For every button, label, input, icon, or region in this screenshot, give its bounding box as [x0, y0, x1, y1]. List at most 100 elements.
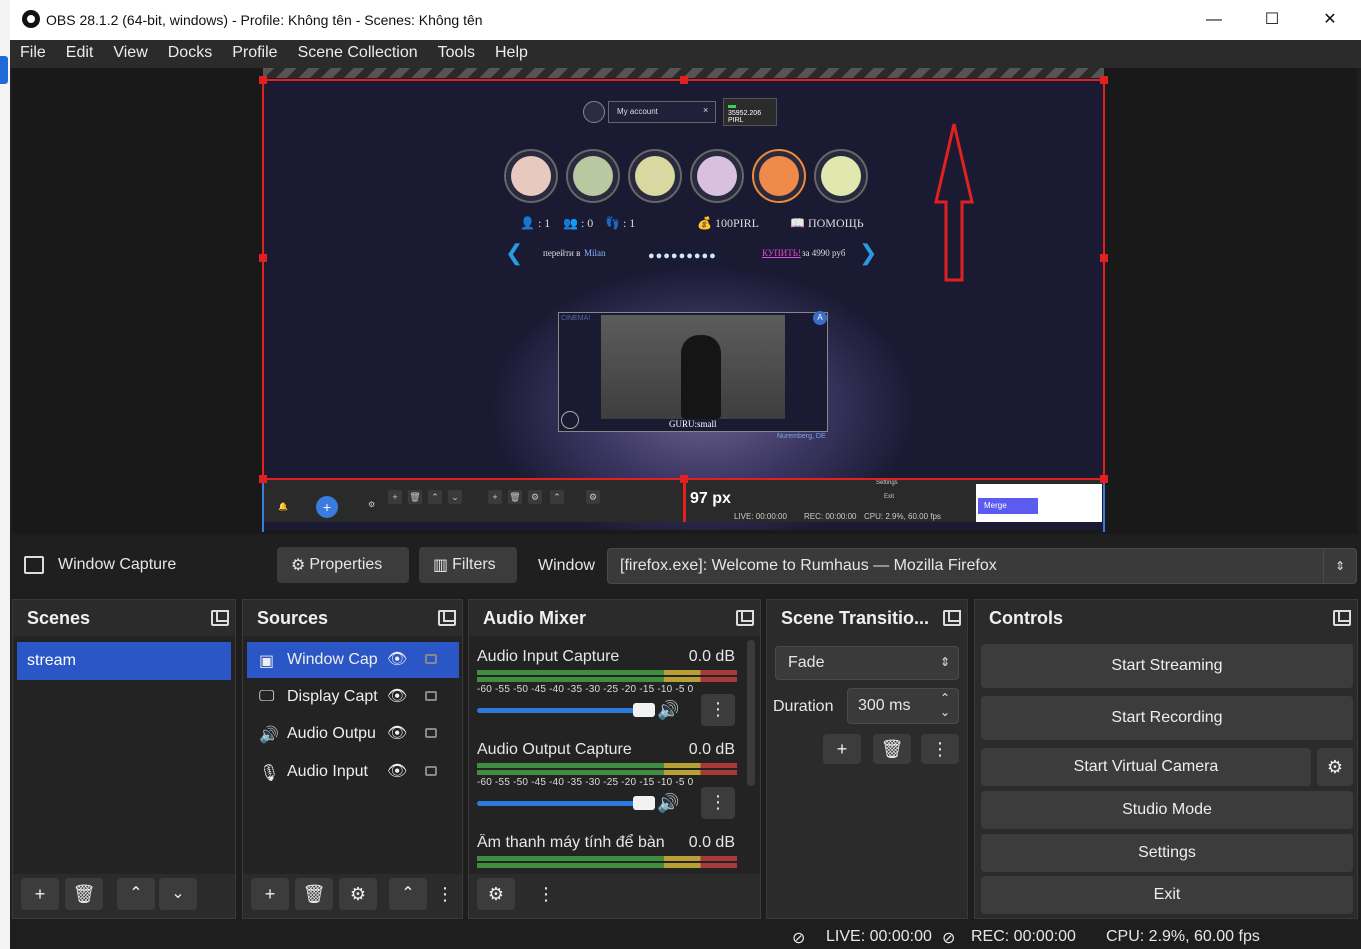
mini-cpu: CPU: 2.9%, 60.00 fps	[864, 512, 941, 521]
add-scene-button[interactable]: +	[21, 878, 59, 910]
stat-pirl: 💰 100PIRL	[697, 216, 759, 230]
channel-db: 0.0 dB	[688, 834, 735, 851]
visibility-eye-icon[interactable]: 👁	[387, 686, 407, 706]
source-more-icon[interactable]: ⋮	[435, 878, 455, 910]
menu-edit[interactable]: Edit	[56, 40, 104, 68]
remove-source-button[interactable]: 🗑	[295, 878, 333, 910]
menu-scene-collection[interactable]: Scene Collection	[288, 40, 428, 68]
visibility-eye-icon[interactable]: 👁	[387, 649, 407, 669]
settings-button[interactable]: Settings	[981, 834, 1353, 872]
start-streaming-button[interactable]: Start Streaming	[981, 644, 1353, 688]
undock-icon[interactable]	[736, 610, 754, 626]
scenes-footer: + 🗑 ⌃ ⌄	[13, 874, 235, 918]
minimize-button[interactable]: —	[1194, 8, 1234, 32]
volume-slider[interactable]	[477, 703, 655, 717]
speaker-icon[interactable]: 🔊	[657, 793, 679, 814]
lock-icon[interactable]	[425, 654, 437, 664]
studio-mode-button[interactable]: Studio Mode	[981, 791, 1353, 829]
scene-down-button[interactable]: ⌄	[159, 878, 197, 910]
menu-help[interactable]: Help	[485, 40, 538, 68]
mini-gear-button: ⚙	[528, 490, 542, 504]
menu-tools[interactable]: Tools	[428, 40, 485, 68]
remove-transition-button[interactable]: 🗑	[873, 734, 911, 764]
bounds-line-left	[262, 480, 264, 532]
window-capture-icon	[24, 556, 44, 574]
start-virtual-camera-button[interactable]: Start Virtual Camera	[981, 748, 1311, 786]
scene-item[interactable]: stream	[17, 642, 231, 680]
preview-canvas[interactable]: My account × 35952.206 PIRL 👤 : 1 👥 : 0 …	[263, 68, 1104, 530]
video-call-icon	[752, 149, 806, 203]
title-bar[interactable]: OBS 28.1.2 (64-bit, windows) - Profile: …	[10, 0, 1361, 40]
window-select[interactable]: [firefox.exe]: Welcome to Rumhaus — Mozi…	[607, 548, 1337, 584]
start-recording-button[interactable]: Start Recording	[981, 696, 1353, 740]
undock-icon[interactable]	[943, 610, 961, 626]
mini-gear-button-2: ⚙	[586, 490, 600, 504]
virtual-camera-settings-icon[interactable]: ⚙	[1317, 748, 1353, 786]
menu-view[interactable]: View	[103, 40, 157, 68]
source-up-button[interactable]: ⌃	[389, 878, 427, 910]
transition-more-button[interactable]: ⋮	[921, 734, 959, 764]
stat-groups: 👥 : 0	[563, 216, 594, 230]
prev-arrow-icon: ❮	[505, 240, 524, 265]
maximize-button[interactable]: ☐	[1252, 8, 1292, 32]
lock-icon[interactable]	[425, 766, 437, 776]
sources-list: ▣ Window Cap 👁 🖵 Display Capt 👁 🔊 Audio …	[243, 636, 462, 874]
volume-slider-handle[interactable]	[633, 796, 655, 810]
scene-up-button[interactable]: ⌃	[117, 878, 155, 910]
menu-docks[interactable]: Docks	[158, 40, 222, 68]
duration-spinbox[interactable]: 300 ms ⌃ ⌄	[847, 688, 959, 724]
lock-icon[interactable]	[425, 728, 437, 738]
live-signal-icon: ⊘	[792, 930, 806, 947]
volume-slider-handle[interactable]	[633, 703, 655, 717]
source-item[interactable]: 🖵 Display Capt 👁	[247, 679, 459, 715]
source-item[interactable]: 🎙 Audio Input 👁	[247, 754, 459, 790]
microphone-icon: 🎙	[259, 765, 280, 782]
source-item[interactable]: ▣ Window Cap 👁	[247, 642, 459, 678]
mini-add-button: +	[388, 490, 402, 504]
spin-arrows-icon[interactable]: ⌃ ⌄	[940, 691, 950, 719]
undock-icon[interactable]	[1333, 610, 1351, 626]
volume-icon	[628, 149, 682, 203]
add-source-button[interactable]: +	[251, 878, 289, 910]
speaker-icon[interactable]: 🔊	[657, 700, 679, 721]
mini-up-button: ⌃	[428, 490, 442, 504]
scenes-dock: Scenes stream + 🗑 ⌃ ⌄	[12, 599, 236, 919]
background-window-tab	[0, 56, 8, 84]
transition-select[interactable]: Fade ⇕	[775, 646, 959, 680]
mini-live: LIVE: 00:00:00	[734, 512, 787, 521]
controls-header: Controls	[975, 600, 1357, 636]
select-arrows-icon: ⇕	[939, 655, 950, 669]
channel-menu-button[interactable]: ⋮	[701, 694, 735, 726]
advanced-audio-button[interactable]: ⚙	[477, 878, 515, 910]
mixer-scrollbar[interactable]	[747, 640, 755, 786]
audio-mixer-dock: Audio Mixer Audio Input Capture 0.0 dB -…	[468, 599, 761, 919]
close-button[interactable]: ✕	[1310, 8, 1350, 32]
menu-file[interactable]: File	[10, 40, 56, 68]
visibility-eye-icon[interactable]: 👁	[387, 723, 407, 743]
rec-status: REC: 00:00:00	[971, 928, 1076, 945]
exit-button[interactable]: Exit	[981, 876, 1353, 914]
menu-profile[interactable]: Profile	[222, 40, 287, 68]
gear-icon: ⚙	[291, 557, 306, 574]
undock-icon[interactable]	[211, 610, 229, 626]
bounds-line-right	[1103, 480, 1105, 532]
add-transition-button[interactable]: +	[823, 734, 861, 764]
visibility-eye-icon[interactable]: 👁	[387, 761, 407, 781]
mini-gear-icon: ⚙	[368, 500, 376, 509]
active-source-name: Window Capture	[58, 556, 177, 573]
volume-slider[interactable]	[477, 796, 655, 810]
meter-ticks: -60 -55 -50 -45 -40 -35 -30 -25 -20 -15 …	[477, 684, 694, 695]
remove-scene-button[interactable]: 🗑	[65, 878, 103, 910]
source-item[interactable]: 🔊 Audio Outpu 👁	[247, 716, 459, 752]
source-properties-button[interactable]: ⚙	[339, 878, 377, 910]
channel-name: Audio Output Capture	[477, 741, 632, 758]
mixer-more-icon[interactable]: ⋮	[527, 878, 565, 910]
stat-users: 👤 : 1	[520, 216, 551, 230]
filters-button[interactable]: ▥ Filters	[419, 547, 517, 583]
channel-menu-button[interactable]: ⋮	[701, 787, 735, 819]
source-name: Audio Outpu	[287, 725, 376, 742]
properties-button[interactable]: ⚙ Properties	[277, 547, 409, 583]
lock-icon[interactable]	[425, 691, 437, 701]
undock-icon[interactable]	[438, 610, 456, 626]
window-select-arrows-icon[interactable]: ⇕	[1323, 548, 1357, 584]
